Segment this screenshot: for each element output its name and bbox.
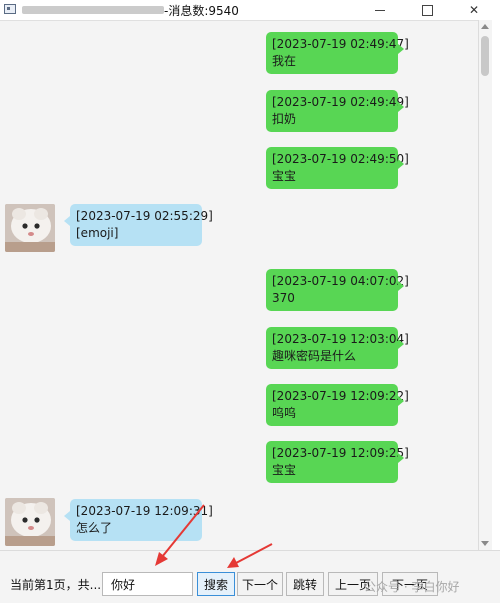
message-bubble-sent: [2023-07-19 12:09:22] 呜呜 bbox=[266, 384, 409, 426]
message-bubble-sent: [2023-07-19 12:03:04] 趣咪密码是什么 bbox=[266, 327, 409, 369]
message-bubble-sent: [2023-07-19 04:07:02] 370 bbox=[266, 269, 409, 311]
message-bubble-sent: [2023-07-19 12:09:25] 宝宝 bbox=[266, 441, 409, 483]
minimize-icon bbox=[375, 10, 385, 11]
message-text: [emoji] bbox=[76, 226, 119, 240]
avatar bbox=[5, 498, 55, 546]
message-text: 趣咪密码是什么 bbox=[272, 349, 357, 363]
window-title: -消息数:9540 bbox=[164, 4, 239, 18]
message-text: 怎么了 bbox=[76, 521, 113, 535]
message-text: 宝宝 bbox=[272, 169, 297, 183]
jump-button[interactable]: 跳转 bbox=[286, 572, 324, 596]
message-timestamp: [2023-07-19 12:09:22] bbox=[272, 389, 409, 403]
scroll-up-arrow-icon[interactable] bbox=[481, 24, 489, 29]
message-timestamp: [2023-07-19 02:49:47] bbox=[272, 37, 409, 51]
minimize-button[interactable] bbox=[357, 0, 403, 20]
message-bubble-received: [2023-07-19 12:09:31] 怎么了 bbox=[64, 499, 213, 541]
next-result-button[interactable]: 下一个 bbox=[237, 572, 283, 596]
blurred-title-text bbox=[22, 6, 164, 14]
message-bubble-received: [2023-07-19 02:55:29] [emoji] bbox=[64, 204, 213, 246]
message-timestamp: [2023-07-19 04:07:02] bbox=[272, 274, 409, 288]
message-timestamp: [2023-07-19 12:09:25] bbox=[272, 446, 409, 460]
message-text: 扣奶 bbox=[272, 112, 297, 126]
search-input[interactable] bbox=[102, 572, 193, 596]
window-edge bbox=[492, 20, 500, 550]
page-info-label: 当前第1页，共... bbox=[10, 578, 102, 592]
cat-avatar-icon bbox=[5, 204, 55, 252]
message-timestamp: [2023-07-19 12:09:31] bbox=[76, 504, 213, 518]
message-bubble-sent: [2023-07-19 02:49:47] 我在 bbox=[266, 32, 409, 74]
search-toolbar: 当前第1页，共... 搜索 下一个 跳转 上一页 下一页 公众号 · 李白你好 bbox=[0, 550, 500, 603]
message-timestamp: [2023-07-19 02:49:50] bbox=[272, 152, 409, 166]
message-timestamp: [2023-07-19 12:03:04] bbox=[272, 332, 409, 346]
app-window-icon bbox=[4, 4, 16, 14]
scroll-down-arrow-icon[interactable] bbox=[481, 541, 489, 546]
message-timestamp: [2023-07-19 02:55:29] bbox=[76, 209, 213, 223]
search-button[interactable]: 搜索 bbox=[197, 572, 235, 596]
maximize-icon bbox=[421, 5, 433, 16]
avatar bbox=[5, 204, 55, 252]
message-bubble-sent: [2023-07-19 02:49:50] 宝宝 bbox=[266, 147, 409, 189]
close-button[interactable]: ✕ bbox=[451, 0, 497, 20]
watermark: 公众号 · 李白你好 bbox=[364, 580, 460, 594]
message-text: 370 bbox=[272, 291, 295, 305]
vertical-scrollbar[interactable] bbox=[478, 20, 493, 550]
message-text: 呜呜 bbox=[272, 406, 297, 420]
message-text: 我在 bbox=[272, 54, 297, 68]
scrollbar-thumb[interactable] bbox=[481, 36, 489, 76]
close-icon: ✕ bbox=[468, 3, 480, 17]
message-text: 宝宝 bbox=[272, 463, 297, 477]
chat-message-list[interactable]: [2023-07-19 02:49:47] 我在 [2023-07-19 02:… bbox=[0, 20, 478, 551]
message-timestamp: [2023-07-19 02:49:49] bbox=[272, 95, 409, 109]
maximize-button[interactable] bbox=[404, 0, 450, 20]
message-bubble-sent: [2023-07-19 02:49:49] 扣奶 bbox=[266, 90, 409, 132]
cat-avatar-icon bbox=[5, 498, 55, 546]
title-bar: -消息数:9540 ✕ bbox=[0, 0, 500, 20]
